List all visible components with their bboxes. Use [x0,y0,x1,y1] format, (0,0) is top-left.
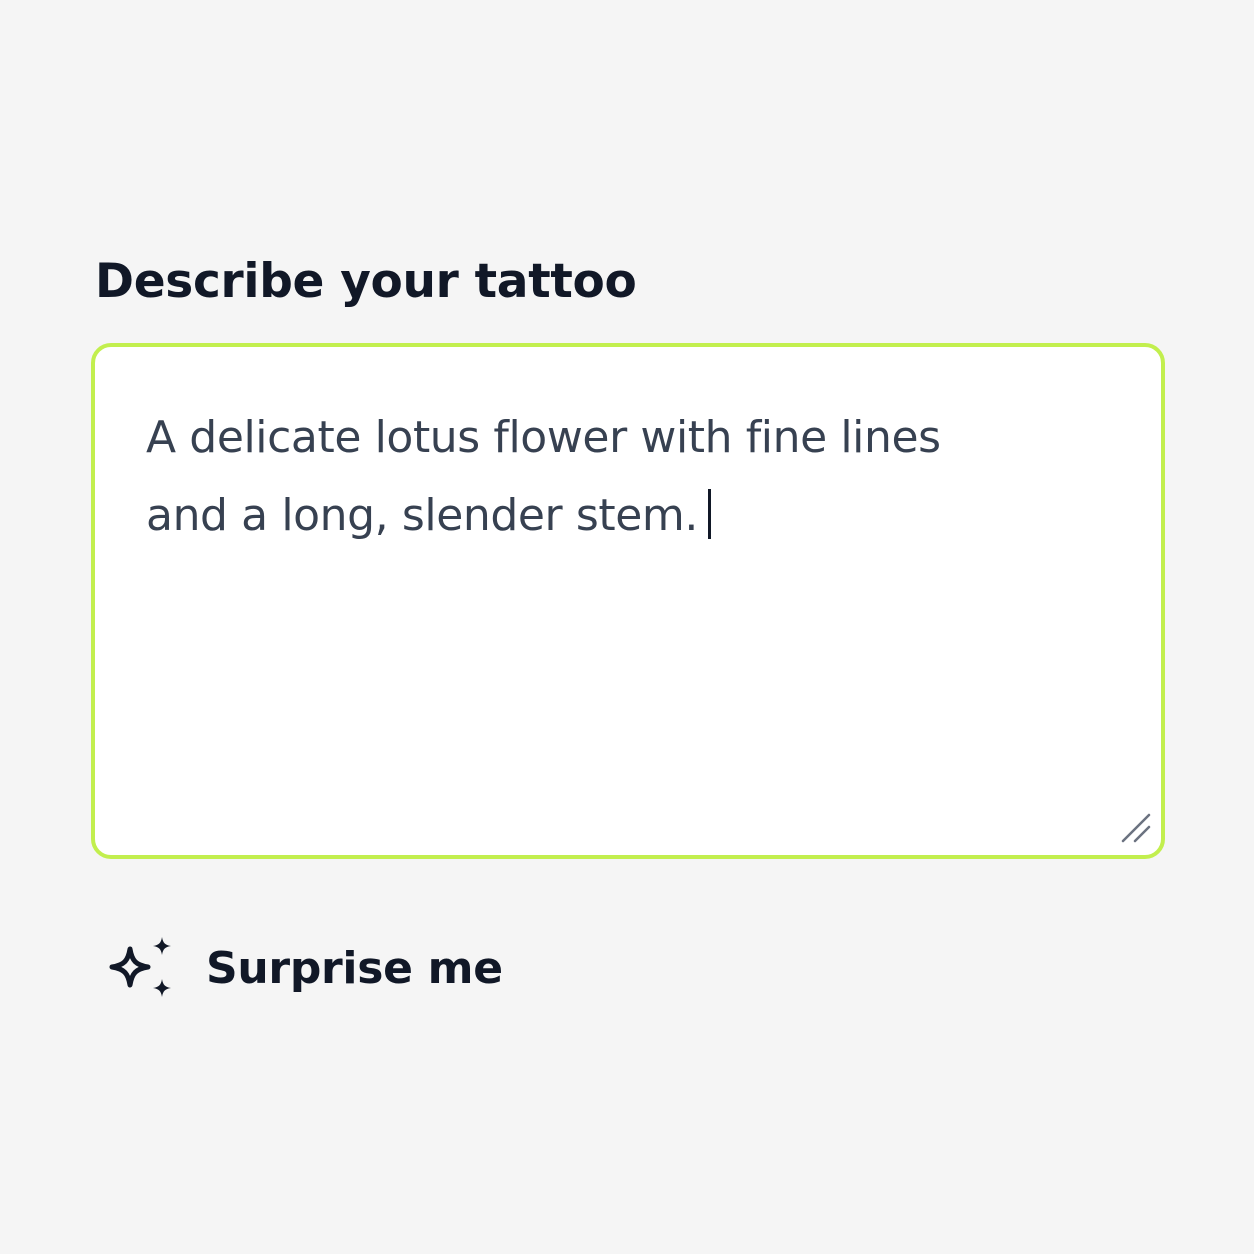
textarea-value[interactable]: A delicate lotus flower with fine lines … [146,399,1106,555]
resize-grip-icon[interactable] [1119,811,1153,845]
textarea-line-1: A delicate lotus flower with fine lines [146,412,941,463]
surprise-me-button[interactable]: Surprise me [108,934,503,1002]
textarea-line-2: and a long, slender stem. [146,490,698,541]
field-label: Describe your tattoo [95,254,637,309]
tattoo-description-textarea[interactable]: A delicate lotus flower with fine lines … [91,343,1165,859]
surprise-me-label: Surprise me [206,942,503,994]
sparkles-icon [109,937,171,997]
text-caret [707,489,711,539]
